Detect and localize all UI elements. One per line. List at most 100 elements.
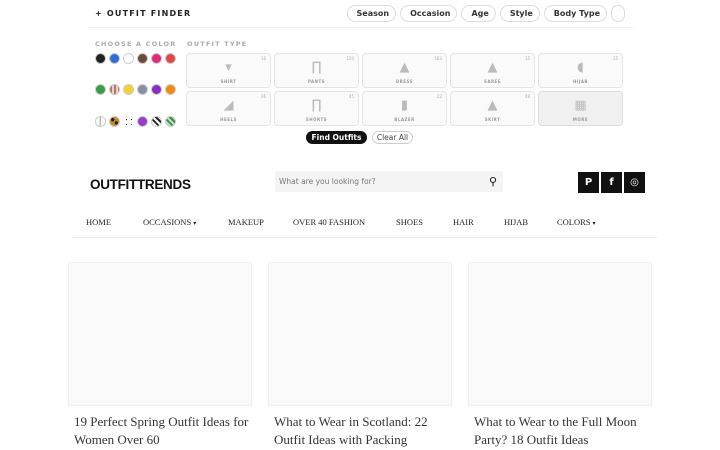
chip-label: Body Type [553,9,600,18]
pants-icon: ∏ [311,60,322,75]
article-title[interactable]: What to Wear in Scotland: 22 Outfit Idea… [274,413,450,449]
heels-icon: ◢ [223,98,234,113]
color-swatch[interactable] [151,84,162,95]
color-swatch[interactable] [137,53,148,64]
nav-hijab[interactable]: HIJAB [504,217,528,227]
site-logo[interactable]: OUTFITTRENDS [90,177,191,192]
color-swatch[interactable] [165,116,176,127]
chip-label: Age [471,9,489,18]
color-swatch[interactable] [109,53,120,64]
color-swatch[interactable] [137,116,148,127]
swatch-row [95,84,176,95]
chip-occasion[interactable]: Occasion [400,5,458,22]
color-swatch[interactable] [165,84,176,95]
type-count: 16 [260,56,266,61]
nav-hair[interactable]: HAIR [453,217,474,227]
article-title[interactable]: What to Wear to the Full Moon Party? 18 … [474,413,650,449]
chip-label: Occasion [410,9,451,18]
type-count: 25 [612,56,618,61]
search-input[interactable] [279,175,474,188]
type-label: HEELS [220,117,237,122]
facebook-icon[interactable]: f [601,172,622,193]
color-swatch[interactable] [109,116,120,127]
type-count: 26 [260,94,266,99]
outfit-type-more[interactable]: ▦ MORE [538,91,623,126]
nav-shoes[interactable]: SHOES [396,217,423,227]
outfit-type-pants[interactable]: 124 ∏ PANTS [274,53,359,88]
skirt-icon: ▲ [487,98,498,113]
shorts-icon: ∏ [311,98,322,113]
color-swatch[interactable] [95,116,106,127]
instagram-icon[interactable]: ◎ [624,172,645,193]
article-image[interactable] [68,262,252,406]
article-title[interactable]: 19 Perfect Spring Outfit Ideas for Women… [74,413,250,449]
social-links: P f ◎ [578,172,645,193]
nav-home[interactable]: HOME [86,217,111,227]
type-section-label: OUTFIT TYPE [187,40,248,48]
type-label: SKIRT [484,117,501,122]
outfit-type-heels[interactable]: 26 ◢ HEELS [186,91,271,126]
type-count: 15 [524,56,530,61]
article-image[interactable] [468,262,652,406]
color-swatch[interactable] [123,53,134,64]
finder-header: + OUTFIT FINDER Season Occasion Age Styl… [88,0,633,28]
article-card[interactable]: 19 Perfect Spring Outfit Ideas for Women… [68,262,252,450]
saree-icon: ▲ [487,60,498,75]
type-count: 183 [434,56,442,61]
article-card[interactable]: What to Wear to the Full Moon Party? 18 … [468,262,652,450]
color-swatch[interactable] [123,84,134,95]
search-bar: ⚲ [275,171,503,192]
swatch-row [95,116,176,127]
type-count: 124 [346,56,354,61]
type-label: PANTS [307,79,326,84]
outfit-finder: + OUTFIT FINDER Season Occasion Age Styl… [88,0,633,152]
search-icon[interactable]: ⚲ [489,175,497,188]
chip-label: Season [356,9,390,18]
outfit-type-skirt[interactable]: 48 ▲ SKIRT [450,91,535,126]
color-section-label: CHOOSE A COLOR [95,40,177,48]
chevron-down-icon: ▾ [193,221,197,227]
chip-style[interactable]: Style [499,5,540,22]
color-swatch[interactable] [151,53,162,64]
type-label: SHORTS [305,117,328,122]
blazer-icon: ▮ [400,98,409,113]
type-label: SAREE [483,79,502,84]
type-count: 48 [524,94,530,99]
article-card[interactable]: What to Wear in Scotland: 22 Outfit Idea… [268,262,452,450]
outfit-type-shorts[interactable]: 45 ∏ SHORTS [274,91,359,126]
nav-over-40-fashion[interactable]: OVER 40 FASHION [293,217,365,227]
chip-season[interactable]: Season [346,5,397,22]
color-swatch[interactable] [109,84,120,95]
finder-title[interactable]: + OUTFIT FINDER [95,9,191,18]
color-swatch[interactable] [151,116,162,127]
main-nav: HOME OCCASIONS ▾ MAKEUP OVER 40 FASHION S… [72,217,657,231]
nav-colors[interactable]: COLORS ▾ [557,217,596,227]
outfit-type-hijab[interactable]: 25 ◖ HIJAB [538,53,623,88]
clear-all-button[interactable]: Clear All [372,131,413,144]
filter-chips: Season Occasion Age Style Body Type [346,5,625,22]
chip-body-type[interactable]: Body Type [543,5,607,22]
type-label: HIJAB [573,79,588,84]
outfit-type-saree[interactable]: 15 ▲ SAREE [450,53,535,88]
chip-age[interactable]: Age [461,5,496,22]
nav-occasions[interactable]: OCCASIONS ▾ [143,217,196,227]
find-outfits-button[interactable]: Find Outfits [306,131,367,144]
pinterest-icon[interactable]: P [578,172,599,193]
type-label: MORE [572,117,589,122]
color-swatch[interactable] [95,84,106,95]
more-icon: ▦ [574,98,587,113]
chip-more[interactable] [611,5,625,22]
outfit-type-shirt[interactable]: 16 ▾ SHIRT [186,53,271,88]
shirt-icon: ▾ [225,60,232,75]
hijab-icon: ◖ [577,60,584,75]
color-swatch[interactable] [137,84,148,95]
color-swatch[interactable] [165,53,176,64]
type-label: SHIRT [220,79,237,84]
color-swatch[interactable] [95,53,106,64]
nav-makeup[interactable]: MAKEUP [228,217,264,227]
article-image[interactable] [268,262,452,406]
outfit-type-dress[interactable]: 183 ▲ DRESS [362,53,447,88]
color-swatch[interactable] [123,116,134,127]
type-label: DRESS [395,79,414,84]
outfit-type-blazer[interactable]: 22 ▮ BLAZER [362,91,447,126]
